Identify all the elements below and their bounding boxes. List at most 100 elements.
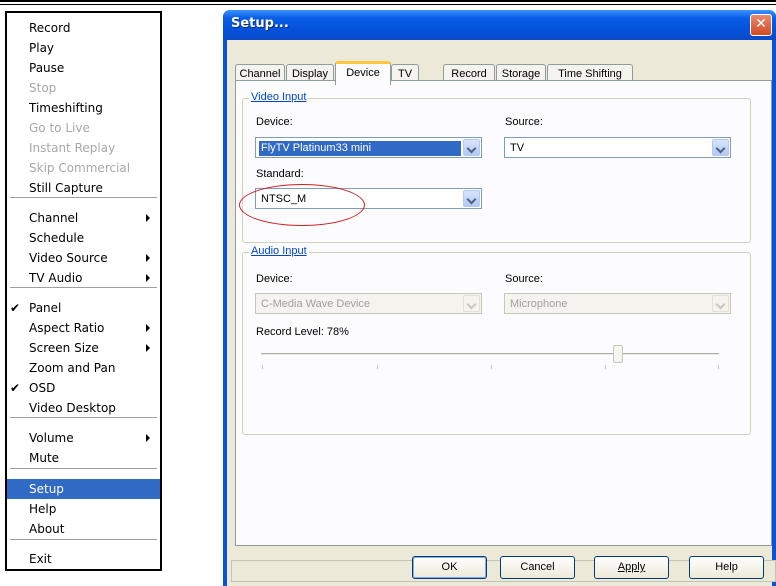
menu-item-schedule[interactable]: Schedule xyxy=(7,228,160,248)
menu-item-label: Screen Size xyxy=(29,341,99,355)
help-button[interactable]: Help xyxy=(689,556,764,579)
menu-item-label: Timeshifting xyxy=(29,101,103,115)
menu-item-label: Still Capture xyxy=(29,181,103,195)
video-device-label: Device: xyxy=(256,116,293,128)
menu-item-about[interactable]: About xyxy=(7,519,160,539)
video-input-group-label: Video Input xyxy=(249,91,309,103)
menu-item-help[interactable]: Help xyxy=(7,499,160,519)
menu-item-label: Pause xyxy=(29,61,65,75)
menu-item-label: TV Audio xyxy=(29,271,83,285)
video-source-select[interactable]: TV xyxy=(504,137,731,158)
submenu-arrow-icon xyxy=(146,434,150,442)
menu-item-label: Record xyxy=(29,21,71,35)
menu-item-label: Video Desktop xyxy=(29,401,116,415)
menu-item-label: Instant Replay xyxy=(29,141,116,155)
menu-item-mute[interactable]: Mute xyxy=(7,448,160,468)
slider-tick xyxy=(718,365,719,369)
context-menu: Record Play Pause Stop Timeshifting Go to Liv… xyxy=(5,11,162,571)
page-top-rule xyxy=(0,0,776,2)
menu-separator xyxy=(10,468,157,469)
submenu-arrow-icon xyxy=(146,324,150,332)
audio-source-select[interactable]: Microphone xyxy=(504,293,731,314)
menu-item-label: Exit xyxy=(29,552,52,566)
standard-value: NTSC_M xyxy=(261,193,307,205)
menu-item-label: Mute xyxy=(29,451,60,465)
menu-separator xyxy=(10,287,157,288)
audio-device-select[interactable]: C-Media Wave Device xyxy=(255,293,482,314)
audio-device-label: Device: xyxy=(256,273,293,285)
menu-item-label: Play xyxy=(29,41,55,55)
menu-item-video-desktop[interactable]: Video Desktop xyxy=(7,398,160,418)
menu-item-still-capture[interactable]: Still Capture xyxy=(7,178,160,198)
record-level-label: Record Level: 78% xyxy=(256,326,349,338)
close-icon: ✕ xyxy=(755,16,767,32)
submenu-arrow-icon xyxy=(146,254,150,262)
menu-item-record[interactable]: Record xyxy=(7,18,160,38)
record-level-slider[interactable] xyxy=(261,353,719,356)
window-title: Setup... xyxy=(231,16,289,31)
menu-item-panel[interactable]: ✔ Panel xyxy=(7,298,160,318)
menu-item-exit[interactable]: Exit xyxy=(7,549,160,569)
menu-item-tv-audio[interactable]: TV Audio xyxy=(7,268,160,288)
video-source-value: TV xyxy=(510,142,525,154)
menu-item-label: Go to Live xyxy=(29,121,90,135)
page-top-rule-thin xyxy=(0,4,776,5)
menu-item-label: Channel xyxy=(29,211,79,225)
slider-tick xyxy=(491,365,492,369)
menu-item-channel[interactable]: Channel xyxy=(7,208,160,228)
video-input-label-text: Video Input xyxy=(251,91,307,103)
checkmark-icon: ✔ xyxy=(10,301,21,315)
record-level-slider-thumb[interactable] xyxy=(613,345,624,363)
chevron-down-icon[interactable] xyxy=(712,139,729,156)
apply-button-label: Apply xyxy=(617,561,646,573)
menu-item-pause[interactable]: Pause xyxy=(7,58,160,78)
close-button[interactable]: ✕ xyxy=(750,14,772,36)
slider-tick xyxy=(605,365,606,369)
chevron-down-icon[interactable] xyxy=(463,139,480,156)
menu-item-label: Skip Commercial xyxy=(29,161,131,175)
apply-button[interactable]: Apply xyxy=(594,556,669,579)
chevron-down-icon[interactable] xyxy=(712,295,729,312)
menu-item-label: Help xyxy=(29,502,57,516)
audio-source-label: Source: xyxy=(505,273,543,285)
menu-item-zoom-and-pan[interactable]: Zoom and Pan xyxy=(7,358,160,378)
audio-input-group: Audio Input Device: C-Media Wave Device … xyxy=(242,245,751,435)
menu-item-setup[interactable]: Setup xyxy=(7,479,160,499)
chevron-down-icon[interactable] xyxy=(463,295,480,312)
menu-item-video-source[interactable]: Video Source xyxy=(7,248,160,268)
menu-item-label: Aspect Ratio xyxy=(29,321,105,335)
menu-item-label: Setup xyxy=(29,482,64,496)
menu-item-screen-size[interactable]: Screen Size xyxy=(7,338,160,358)
menu-item-instant-replay[interactable]: Instant Replay xyxy=(7,138,160,158)
menu-item-label: About xyxy=(29,522,65,536)
menu-item-osd[interactable]: ✔ OSD xyxy=(7,378,160,398)
menu-separator xyxy=(10,197,157,198)
menu-item-volume[interactable]: Volume xyxy=(7,428,160,448)
setup-window: Setup... ✕ Channel Display Device TV Rec… xyxy=(223,10,776,586)
menu-item-go-to-live[interactable]: Go to Live xyxy=(7,118,160,138)
title-bar[interactable]: Setup... ✕ xyxy=(223,10,776,40)
standard-select[interactable]: NTSC_M xyxy=(255,188,482,209)
dialog-client-area: Channel Display Device TV Record Storage… xyxy=(227,40,776,586)
menu-separator xyxy=(10,539,157,540)
menu-item-aspect-ratio[interactable]: Aspect Ratio xyxy=(7,318,160,338)
menu-item-play[interactable]: Play xyxy=(7,38,160,58)
submenu-arrow-icon xyxy=(146,274,150,282)
tab-device[interactable]: Device xyxy=(335,61,391,85)
chevron-down-icon[interactable] xyxy=(463,190,480,207)
video-source-label: Source: xyxy=(505,116,543,128)
video-device-select[interactable]: FlyTV Platinum33 mini xyxy=(255,137,482,158)
menu-item-skip-commercial[interactable]: Skip Commercial xyxy=(7,158,160,178)
menu-item-timeshifting[interactable]: Timeshifting xyxy=(7,98,160,118)
menu-item-stop[interactable]: Stop xyxy=(7,78,160,98)
video-device-value: FlyTV Platinum33 mini xyxy=(259,141,461,156)
ok-button[interactable]: OK xyxy=(412,556,487,579)
submenu-arrow-icon xyxy=(146,214,150,222)
audio-source-value: Microphone xyxy=(510,298,568,310)
menu-separator xyxy=(10,417,157,418)
menu-item-label: Zoom and Pan xyxy=(29,361,116,375)
slider-tick xyxy=(377,365,378,369)
cancel-button[interactable]: Cancel xyxy=(500,556,575,579)
menu-item-label: Schedule xyxy=(29,231,85,245)
slider-tick xyxy=(262,365,263,369)
